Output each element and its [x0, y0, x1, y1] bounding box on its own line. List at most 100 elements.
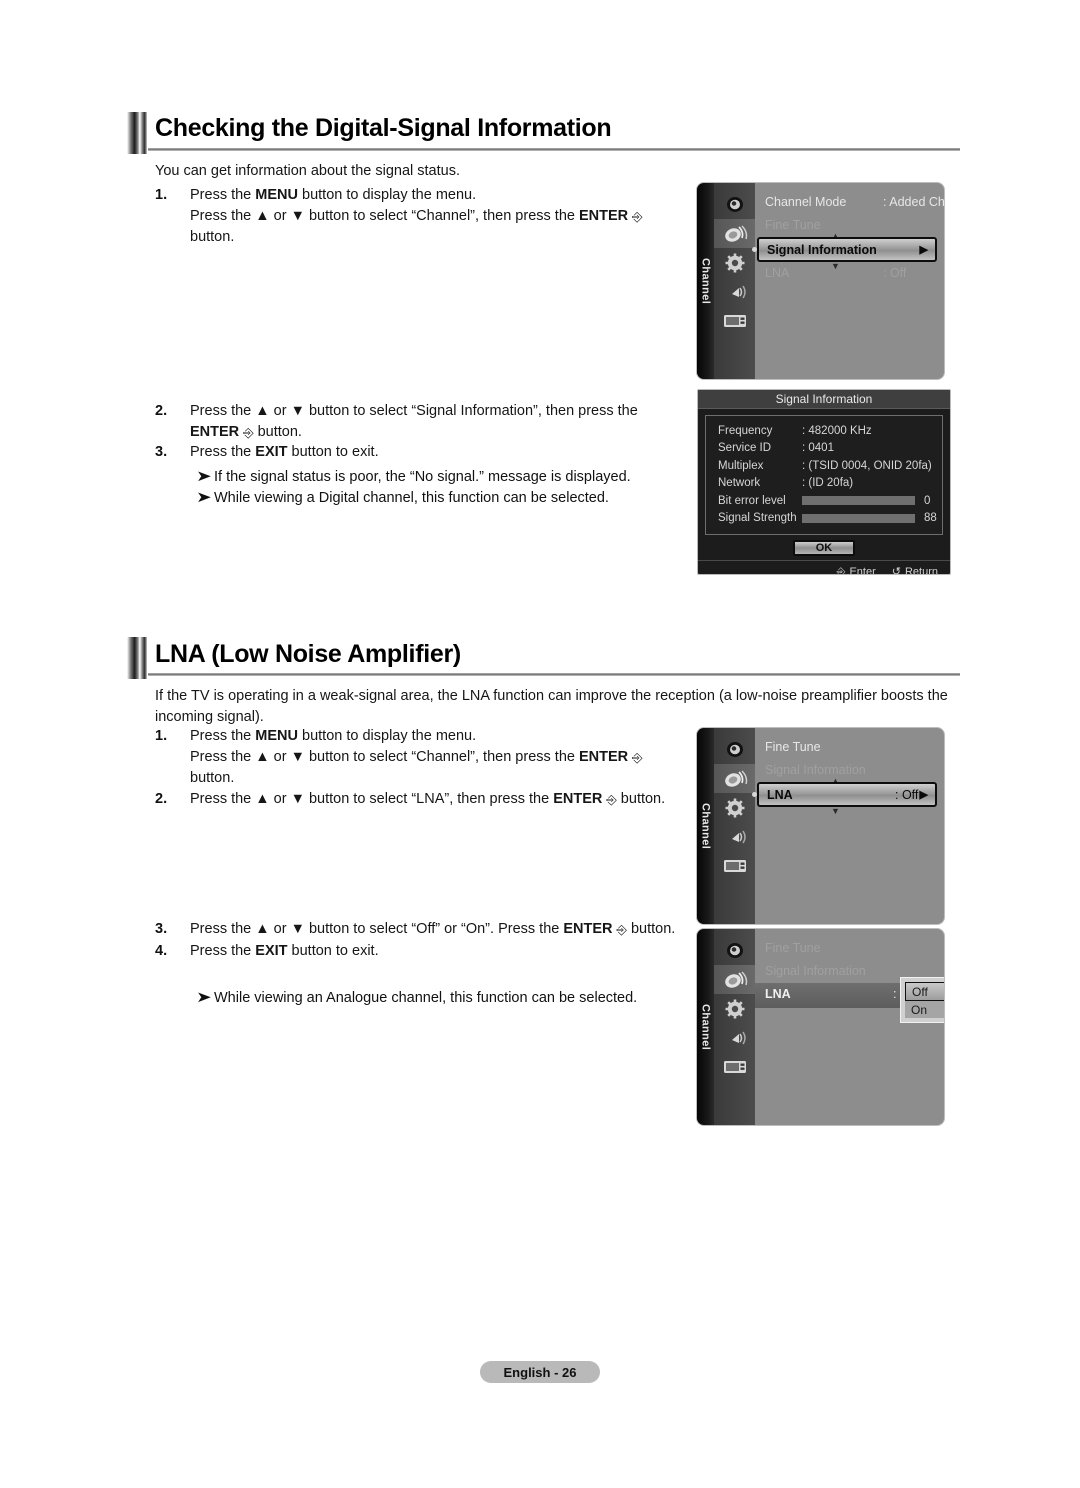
- osd-row-fine-tune[interactable]: Fine Tune: [755, 735, 944, 758]
- step-number: 2.: [155, 403, 168, 419]
- chevron-right-icon: ▶: [919, 244, 928, 256]
- antenna-icon[interactable]: [714, 219, 755, 248]
- setup-gear-icon[interactable]: [714, 793, 755, 822]
- osd-row-label: Fine Tune: [765, 739, 821, 754]
- step-text-part: button to display the menu.: [297, 728, 477, 744]
- exit-key-label: EXIT: [255, 444, 288, 460]
- menu-key-label: MENU: [255, 728, 298, 744]
- step-text-part: Press the: [190, 943, 256, 959]
- step-3-text-signal: Press the EXIT button to exit.: [190, 442, 660, 463]
- osd-tick-down-icon: ▼: [831, 261, 840, 271]
- step-text-part: Press the ▲ or ▼ button to select “Chann…: [190, 208, 579, 224]
- field-label: Network: [718, 477, 761, 490]
- field-label: Frequency: [718, 424, 773, 437]
- sound-icon[interactable]: [714, 822, 755, 851]
- osd-menu-signal-information[interactable]: Channel Channel Mode : Added Ch. Fine Tu…: [697, 183, 944, 379]
- osd-row-fine-tune[interactable]: Fine Tune: [755, 936, 944, 959]
- osd-menu-lna-dropdown[interactable]: Channel Fine Tune Signal Information LNA…: [697, 929, 944, 1125]
- osd-row-label: Channel Mode: [765, 194, 847, 209]
- step-text-part: Press the: [190, 728, 256, 744]
- osd-selected-label: Signal Information: [767, 242, 877, 257]
- osd-row-value: : Off: [883, 265, 907, 280]
- step-text-part: button.: [616, 791, 666, 807]
- osd-selection-dot: [752, 247, 757, 252]
- step-number: 1.: [155, 187, 168, 203]
- osd-row-label: Signal Information: [765, 963, 866, 978]
- note-item: ➤ If the signal status is poor, the “No s…: [196, 466, 678, 488]
- enter-key-label: ENTER: [553, 791, 603, 807]
- setup-gear-icon[interactable]: [714, 248, 755, 277]
- sound-icon[interactable]: [714, 277, 755, 306]
- osd-selected-value: : Off: [895, 787, 919, 802]
- exit-key-label: EXIT: [255, 943, 288, 959]
- step-number: 3.: [155, 921, 168, 937]
- osd-item-list: Channel Mode : Added Ch. Fine Tune LNA :…: [755, 183, 944, 379]
- page-title-signal: Checking the Digital-Signal Information: [155, 114, 612, 142]
- enter-key-label: ENTER: [190, 424, 240, 440]
- input-icon[interactable]: [714, 1052, 755, 1081]
- step-number: 2.: [155, 791, 168, 807]
- osd-icon-column: [714, 183, 755, 379]
- osd-row-signal-information[interactable]: Signal Information: [755, 758, 944, 781]
- dialog-row-bit-error-level: Bit error level 0: [706, 492, 942, 510]
- enter-key-label: ENTER: [578, 749, 629, 765]
- picture-icon[interactable]: [714, 735, 755, 764]
- dialog-row-frequency: Frequency : 482000 KHz: [706, 422, 942, 440]
- osd-selected-item-lna[interactable]: LNA : Off ▶: [757, 782, 937, 807]
- step-text-part: Press the ▲ or ▼ button to select “Signa…: [190, 403, 638, 419]
- osd-selected-label: LNA: [767, 787, 793, 802]
- osd-rail: Channel: [697, 929, 714, 1125]
- lna-dropdown[interactable]: Off On: [900, 977, 944, 1023]
- signal-strength-bar: [802, 513, 915, 523]
- lna-option-off[interactable]: Off: [905, 982, 944, 1001]
- note-item: ➤ While viewing a Digital channel, this f…: [196, 487, 678, 509]
- antenna-icon[interactable]: [714, 764, 755, 793]
- step-number: 4.: [155, 943, 168, 959]
- osd-row-fine-tune[interactable]: Fine Tune: [755, 213, 944, 236]
- enter-glyph-icon: ⎆: [632, 751, 643, 766]
- lna-option-on[interactable]: On: [905, 1001, 944, 1018]
- manual-page: Checking the Digital-Signal Information …: [0, 0, 1080, 1488]
- step-2-text-signal: Press the ▲ or ▼ button to select “Signa…: [190, 401, 660, 443]
- osd-row-value: : Added Ch.: [883, 194, 944, 209]
- dialog-row-multiplex: Multiplex : (TSID 0004, ONID 20fa): [706, 457, 942, 475]
- picture-icon[interactable]: [714, 936, 755, 965]
- picture-icon[interactable]: [714, 190, 755, 219]
- field-value: : (ID 20fa): [802, 477, 854, 490]
- input-icon[interactable]: [714, 851, 755, 880]
- enter-key-label: ENTER: [578, 208, 629, 224]
- enter-glyph-icon: ⎆: [616, 923, 627, 938]
- setup-gear-icon[interactable]: [714, 994, 755, 1023]
- enter-key-label: ENTER: [563, 921, 613, 937]
- input-icon[interactable]: [714, 306, 755, 335]
- antenna-icon[interactable]: [714, 965, 755, 994]
- osd-row-lna[interactable]: LNA : Off: [755, 261, 944, 284]
- ok-button[interactable]: OK: [793, 540, 855, 556]
- osd-menu-lna[interactable]: Channel Fine Tune Signal Information ▲ L…: [697, 728, 944, 924]
- step-text-part: button to exit.: [287, 943, 379, 959]
- step-text-part: button to exit.: [287, 444, 379, 460]
- field-label: Multiplex: [718, 459, 764, 472]
- chevron-right-icon: ▶: [919, 789, 928, 801]
- dialog-title: Signal Information: [698, 390, 950, 409]
- osd-row-channel-mode[interactable]: Channel Mode : Added Ch.: [755, 190, 944, 213]
- enter-hint: ⎆ Enter: [837, 565, 876, 575]
- signal-information-dialog[interactable]: Signal Information Frequency : 482000 KH…: [697, 389, 951, 575]
- note-text: While viewing a Digital channel, this fu…: [214, 490, 609, 506]
- osd-rail-label: Channel: [699, 1003, 712, 1051]
- section-accent-bar-signal: [127, 112, 147, 154]
- dialog-ok-row: OK: [698, 539, 950, 560]
- section-accent-bar-lna: [127, 637, 147, 679]
- osd-row-label: Fine Tune: [765, 940, 821, 955]
- intro-text-lna: If the TV is operating in a weak-signal …: [155, 688, 948, 725]
- osd-selected-value: :: [893, 987, 897, 1001]
- signal-strength-value: 88: [924, 512, 937, 525]
- osd-rail-label: Channel: [699, 802, 712, 850]
- osd-row-label: Fine Tune: [765, 217, 821, 232]
- osd-selected-item-signal-information[interactable]: Signal Information ▶: [757, 237, 937, 262]
- note-bullet-icon: ➤: [196, 468, 212, 485]
- section-rule-lna: [148, 673, 960, 676]
- note-bullet-icon: ➤: [196, 989, 212, 1006]
- sound-icon[interactable]: [714, 1023, 755, 1052]
- step-text-part: button.: [626, 921, 676, 937]
